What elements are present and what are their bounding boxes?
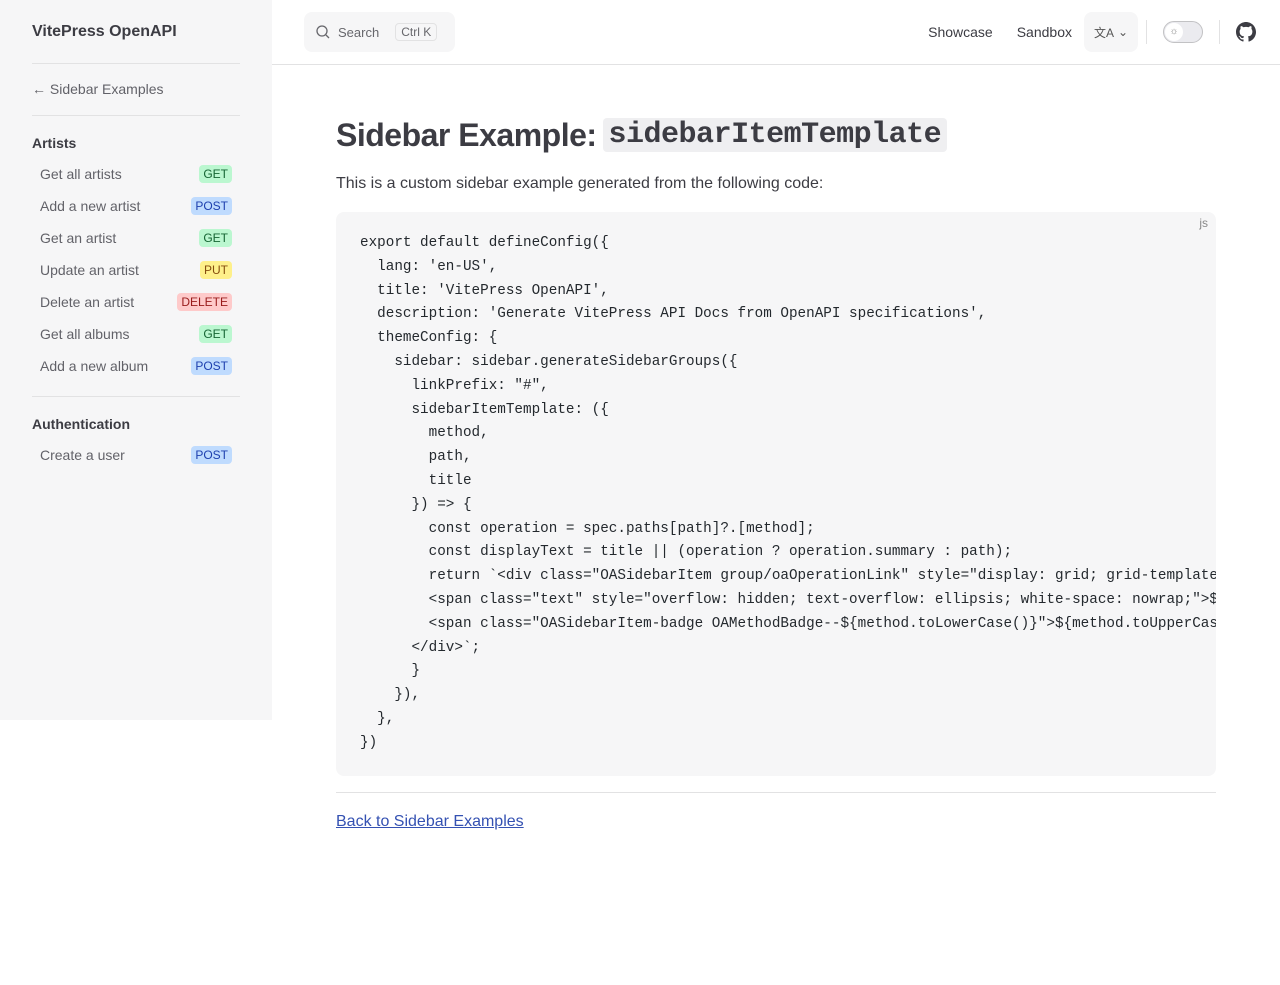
theme-toggle[interactable]: ☼ (1163, 21, 1203, 43)
sidebar-item[interactable]: Delete an artist DELETE (32, 286, 240, 318)
sidebar-item-label: Add a new artist (40, 198, 141, 214)
sun-icon: ☼ (1165, 23, 1183, 41)
chevron-down-icon: ⌄ (1117, 25, 1129, 39)
method-badge: DELETE (177, 293, 232, 311)
search-button[interactable]: Search Ctrl K (304, 12, 455, 52)
sidebar-item-label: Delete an artist (40, 294, 135, 310)
sidebar-item-label: Get all artists (40, 166, 122, 182)
sidebar-group-title: Artists (32, 135, 77, 151)
sidebar-item-label: Create a user (40, 447, 125, 463)
divider (1146, 20, 1147, 44)
method-badge: POST (191, 197, 232, 215)
method-badge: GET (199, 325, 232, 343)
github-icon[interactable] (1236, 22, 1256, 42)
sidebar-item[interactable]: Get all albums GET (32, 318, 240, 350)
back-to-sidebar-examples-link[interactable]: Back to Sidebar Examples (336, 813, 1216, 831)
sidebar-item[interactable]: Get all artists GET (32, 158, 240, 190)
search-shortcut: Ctrl K (395, 23, 438, 41)
main-content: Sidebar Example: sidebarItemTemplate This… (336, 113, 1216, 831)
method-badge: POST (191, 446, 232, 464)
code-block: js export default defineConfig({ lang: '… (336, 212, 1216, 776)
site-title[interactable]: VitePress OpenAPI (32, 0, 240, 64)
divider (336, 792, 1216, 793)
sidebar-item[interactable]: Get an artist GET (32, 222, 240, 254)
search-icon (316, 25, 330, 39)
divider (1219, 20, 1220, 44)
sidebar-group: Artists Get all artists GET Add a new artis… (32, 134, 240, 397)
sidebar-item-label: Get an artist (40, 230, 117, 246)
intro-text: This is a custom sidebar example generat… (336, 175, 824, 192)
sidebar-item[interactable]: Add a new artist POST (32, 190, 240, 222)
nav-sandbox[interactable]: Sandbox (1017, 24, 1072, 40)
sidebar-item-label: Get all albums (40, 326, 130, 342)
method-badge: PUT (200, 261, 232, 279)
search-label: Search (338, 24, 380, 40)
sidebar-item-label: Update an artist (40, 262, 139, 278)
sidebar-group-title: Authentication (32, 416, 130, 432)
sidebar-item-label: Add a new album (40, 358, 149, 374)
translate-icon: 文A (1093, 25, 1114, 40)
top-nav: Search Ctrl K Showcase Sandbox 文A ⌄ ☼ (272, 0, 1280, 65)
sidebar-item[interactable]: Add a new album POST (32, 350, 240, 382)
code-language: js (1199, 216, 1208, 230)
sidebar: VitePress OpenAPI ← Sidebar Examples Art… (0, 0, 272, 720)
title-code: sidebarItemTemplate (602, 118, 948, 152)
title-text: Sidebar Example: (336, 116, 597, 153)
code-content: export default defineConfig({ lang: 'en-… (360, 235, 1216, 751)
nav-showcase[interactable]: Showcase (928, 24, 993, 40)
sidebar-item[interactable]: Create a user POST (32, 439, 240, 471)
method-badge: GET (199, 229, 232, 247)
sidebar-group: Authentication Create a user POST (32, 415, 240, 485)
sidebar-item[interactable]: Update an artist PUT (32, 254, 240, 286)
back-to-sidebar-examples[interactable]: ← Sidebar Examples (32, 64, 240, 116)
method-badge: POST (191, 357, 232, 375)
method-badge: GET (199, 165, 232, 183)
language-switcher[interactable]: 文A ⌄ (1084, 12, 1138, 52)
page-title: Sidebar Example: sidebarItemTemplate (336, 113, 1216, 157)
